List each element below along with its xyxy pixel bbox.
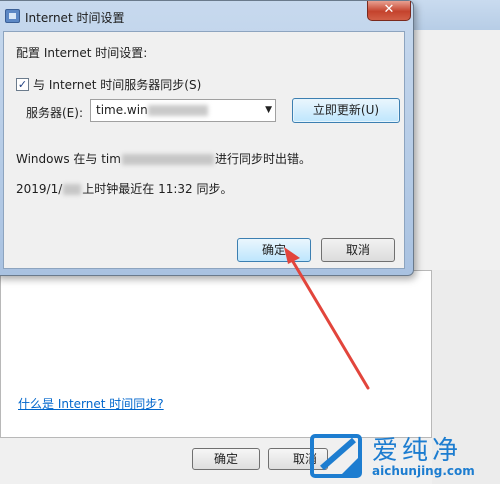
status-last-suffix: 上时钟最近在 11:32 同步。 [82,182,233,196]
sync-error-status: Windows 在与 tim 进行同步时出错。 [16,150,311,167]
internet-time-settings-dialog: Internet 时间设置 ✕ 配置 Internet 时间设置: ✓ 与 In… [0,0,414,276]
server-select[interactable]: time.win ▼ [90,99,276,122]
status-last-prefix: 2019/1/ [16,182,63,196]
dropdown-arrow-icon[interactable]: ▼ [265,105,272,115]
redacted-text [63,184,82,195]
dialog-title: Internet 时间设置 [25,11,125,25]
sync-checkbox[interactable]: ✓ [16,78,29,91]
dialog-content: 配置 Internet 时间设置: ✓ 与 Internet 时间服务器同步(S… [3,31,405,269]
redacted-text [147,105,208,116]
sync-option[interactable]: ✓ 与 Internet 时间服务器同步(S) [16,76,201,93]
titlebar-ghost-text [131,9,211,22]
parent-dialog-panel [0,270,432,438]
dialog-titlebar[interactable]: Internet 时间设置 ✕ [0,1,413,31]
dialog-heading: 配置 Internet 时间设置: [16,46,148,60]
watermark-logo-icon [310,434,362,478]
status-error-prefix: Windows 在与 tim [16,152,121,166]
last-sync-status: 2019/1/上时钟最近在 11:32 同步。 [16,180,232,197]
update-now-button[interactable]: 立即更新(U) [292,98,400,123]
cancel-button[interactable]: 取消 [321,238,395,262]
ok-button[interactable]: 确定 [237,238,311,262]
watermark-url: aichunjing.com [372,464,475,478]
redacted-text [121,154,214,165]
site-watermark: 爱纯净 aichunjing.com [310,430,500,484]
help-link[interactable]: 什么是 Internet 时间同步? [18,395,164,412]
status-error-suffix: 进行同步时出错。 [214,152,311,166]
server-value: time.win [96,103,148,117]
watermark-title: 爱纯净 [372,436,463,466]
sync-checkbox-label[interactable]: 与 Internet 时间服务器同步(S) [33,76,201,93]
close-button[interactable]: ✕ [367,1,411,21]
server-label: 服务器(E): [26,106,83,120]
parent-ok-button[interactable]: 确定 [192,448,260,470]
clock-settings-icon [5,9,20,23]
